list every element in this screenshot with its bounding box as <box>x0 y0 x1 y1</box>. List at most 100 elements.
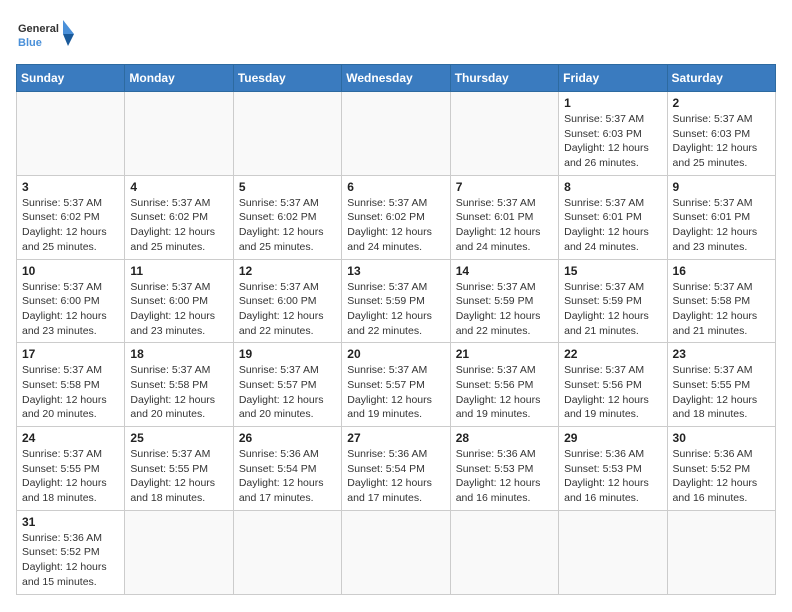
weekday-header-tuesday: Tuesday <box>233 65 341 92</box>
calendar-day-cell: 13Sunrise: 5:37 AM Sunset: 5:59 PM Dayli… <box>342 259 450 343</box>
calendar-day-cell <box>667 510 775 594</box>
calendar-day-cell: 31 Sunrise: 5:36 AM Sunset: 5:52 PM Dayli… <box>17 510 125 594</box>
logo: General Blue <box>16 16 76 56</box>
day-info: Sunrise: 5:37 AM Sunset: 6:02 PM Dayligh… <box>239 196 336 255</box>
day-number: 9 <box>673 180 770 194</box>
day-info: Sunrise: 5:37 AM Sunset: 5:55 PM Dayligh… <box>22 447 119 506</box>
day-number: 11 <box>130 264 227 278</box>
calendar-day-cell <box>17 92 125 176</box>
day-info: Sunrise: 5:37 AM Sunset: 5:56 PM Dayligh… <box>456 363 553 422</box>
calendar-day-cell: 21 Sunrise: 5:37 AM Sunset: 5:56 PM Dayli… <box>450 343 558 427</box>
day-number: 29 <box>564 431 661 445</box>
day-info: Sunrise: 5:37 AM Sunset: 5:59 PM Dayligh… <box>564 280 661 339</box>
calendar-week-row: 10 Sunrise: 5:37 AM Sunset: 6:00 PM Dayli… <box>17 259 776 343</box>
day-info: Sunrise: 5:37 AM Sunset: 6:00 PM Dayligh… <box>239 280 336 339</box>
weekday-header-saturday: Saturday <box>667 65 775 92</box>
calendar-day-cell: 4 Sunrise: 5:37 AM Sunset: 6:02 PM Daylig… <box>125 175 233 259</box>
day-number: 15 <box>564 264 661 278</box>
day-info: Sunrise: 5:37 AM Sunset: 5:59 PM Dayligh… <box>456 280 553 339</box>
day-number: 5 <box>239 180 336 194</box>
calendar-day-cell: 20Sunrise: 5:37 AM Sunset: 5:57 PM Dayli… <box>342 343 450 427</box>
calendar-day-cell: 23 Sunrise: 5:37 AM Sunset: 5:55 PM Dayli… <box>667 343 775 427</box>
day-info: Sunrise: 5:37 AM Sunset: 6:03 PM Dayligh… <box>564 112 661 171</box>
weekday-header-row: SundayMondayTuesdayWednesdayThursdayFrid… <box>17 65 776 92</box>
calendar-day-cell: 25Sunrise: 5:37 AM Sunset: 5:55 PM Dayli… <box>125 427 233 511</box>
day-info: Sunrise: 5:37 AM Sunset: 6:03 PM Dayligh… <box>673 112 770 171</box>
calendar-week-row: 31 Sunrise: 5:36 AM Sunset: 5:52 PM Dayli… <box>17 510 776 594</box>
calendar-week-row: 24Sunrise: 5:37 AM Sunset: 5:55 PM Dayli… <box>17 427 776 511</box>
day-number: 19 <box>239 347 336 361</box>
weekday-header-sunday: Sunday <box>17 65 125 92</box>
day-number: 21 <box>456 347 553 361</box>
day-number: 2 <box>673 96 770 110</box>
day-info: Sunrise: 5:36 AM Sunset: 5:52 PM Dayligh… <box>22 531 119 590</box>
calendar-day-cell <box>450 92 558 176</box>
day-info: Sunrise: 5:36 AM Sunset: 5:53 PM Dayligh… <box>456 447 553 506</box>
day-number: 20 <box>347 347 444 361</box>
calendar-day-cell <box>450 510 558 594</box>
calendar-week-row: 3 Sunrise: 5:37 AM Sunset: 6:02 PM Daylig… <box>17 175 776 259</box>
weekday-header-thursday: Thursday <box>450 65 558 92</box>
day-number: 31 <box>22 515 119 529</box>
day-info: Sunrise: 5:37 AM Sunset: 5:58 PM Dayligh… <box>130 363 227 422</box>
day-number: 7 <box>456 180 553 194</box>
calendar-day-cell: 16 Sunrise: 5:37 AM Sunset: 5:58 PM Dayli… <box>667 259 775 343</box>
day-info: Sunrise: 5:37 AM Sunset: 5:58 PM Dayligh… <box>673 280 770 339</box>
day-number: 13 <box>347 264 444 278</box>
calendar-week-row: 1 Sunrise: 5:37 AM Sunset: 6:03 PM Daylig… <box>17 92 776 176</box>
day-info: Sunrise: 5:36 AM Sunset: 5:54 PM Dayligh… <box>239 447 336 506</box>
svg-text:General: General <box>18 23 59 35</box>
day-info: Sunrise: 5:37 AM Sunset: 5:55 PM Dayligh… <box>673 363 770 422</box>
calendar-day-cell: 7 Sunrise: 5:37 AM Sunset: 6:01 PM Daylig… <box>450 175 558 259</box>
day-number: 14 <box>456 264 553 278</box>
calendar-day-cell <box>342 92 450 176</box>
day-info: Sunrise: 5:37 AM Sunset: 6:01 PM Dayligh… <box>456 196 553 255</box>
day-number: 1 <box>564 96 661 110</box>
calendar-day-cell: 14 Sunrise: 5:37 AM Sunset: 5:59 PM Dayli… <box>450 259 558 343</box>
calendar-day-cell <box>233 510 341 594</box>
day-info: Sunrise: 5:36 AM Sunset: 5:53 PM Dayligh… <box>564 447 661 506</box>
calendar-day-cell: 27Sunrise: 5:36 AM Sunset: 5:54 PM Dayli… <box>342 427 450 511</box>
day-info: Sunrise: 5:36 AM Sunset: 5:52 PM Dayligh… <box>673 447 770 506</box>
calendar-day-cell: 30 Sunrise: 5:36 AM Sunset: 5:52 PM Dayli… <box>667 427 775 511</box>
day-number: 25 <box>130 431 227 445</box>
calendar-week-row: 17 Sunrise: 5:37 AM Sunset: 5:58 PM Dayli… <box>17 343 776 427</box>
calendar-day-cell <box>559 510 667 594</box>
day-info: Sunrise: 5:37 AM Sunset: 6:02 PM Dayligh… <box>347 196 444 255</box>
day-info: Sunrise: 5:37 AM Sunset: 6:02 PM Dayligh… <box>130 196 227 255</box>
day-number: 12 <box>239 264 336 278</box>
calendar-day-cell: 17Sunrise: 5:37 AM Sunset: 5:58 PM Dayli… <box>17 343 125 427</box>
day-number: 10 <box>22 264 119 278</box>
day-number: 27 <box>347 431 444 445</box>
calendar-day-cell: 18Sunrise: 5:37 AM Sunset: 5:58 PM Dayli… <box>125 343 233 427</box>
calendar-day-cell: 6 Sunrise: 5:37 AM Sunset: 6:02 PM Daylig… <box>342 175 450 259</box>
calendar-day-cell: 10 Sunrise: 5:37 AM Sunset: 6:00 PM Dayli… <box>17 259 125 343</box>
calendar-day-cell: 28Sunrise: 5:36 AM Sunset: 5:53 PM Dayli… <box>450 427 558 511</box>
header: General Blue <box>16 16 776 56</box>
calendar-day-cell <box>233 92 341 176</box>
calendar-day-cell: 9Sunrise: 5:37 AM Sunset: 6:01 PM Daylig… <box>667 175 775 259</box>
day-number: 30 <box>673 431 770 445</box>
day-number: 6 <box>347 180 444 194</box>
day-number: 4 <box>130 180 227 194</box>
day-number: 17 <box>22 347 119 361</box>
day-number: 3 <box>22 180 119 194</box>
generalblue-logo-icon: General Blue <box>16 16 76 56</box>
day-number: 22 <box>564 347 661 361</box>
calendar-day-cell: 15 Sunrise: 5:37 AM Sunset: 5:59 PM Dayli… <box>559 259 667 343</box>
calendar-day-cell <box>342 510 450 594</box>
calendar-day-cell: 2 Sunrise: 5:37 AM Sunset: 6:03 PM Daylig… <box>667 92 775 176</box>
day-number: 16 <box>673 264 770 278</box>
calendar-day-cell: 24Sunrise: 5:37 AM Sunset: 5:55 PM Dayli… <box>17 427 125 511</box>
day-info: Sunrise: 5:37 AM Sunset: 6:00 PM Dayligh… <box>22 280 119 339</box>
day-number: 26 <box>239 431 336 445</box>
weekday-header-wednesday: Wednesday <box>342 65 450 92</box>
day-info: Sunrise: 5:37 AM Sunset: 6:01 PM Dayligh… <box>564 196 661 255</box>
day-info: Sunrise: 5:37 AM Sunset: 6:02 PM Dayligh… <box>22 196 119 255</box>
day-number: 23 <box>673 347 770 361</box>
calendar-day-cell: 26 Sunrise: 5:36 AM Sunset: 5:54 PM Dayli… <box>233 427 341 511</box>
day-number: 8 <box>564 180 661 194</box>
calendar-day-cell: 29 Sunrise: 5:36 AM Sunset: 5:53 PM Dayli… <box>559 427 667 511</box>
calendar-day-cell: 8 Sunrise: 5:37 AM Sunset: 6:01 PM Daylig… <box>559 175 667 259</box>
day-info: Sunrise: 5:37 AM Sunset: 6:00 PM Dayligh… <box>130 280 227 339</box>
